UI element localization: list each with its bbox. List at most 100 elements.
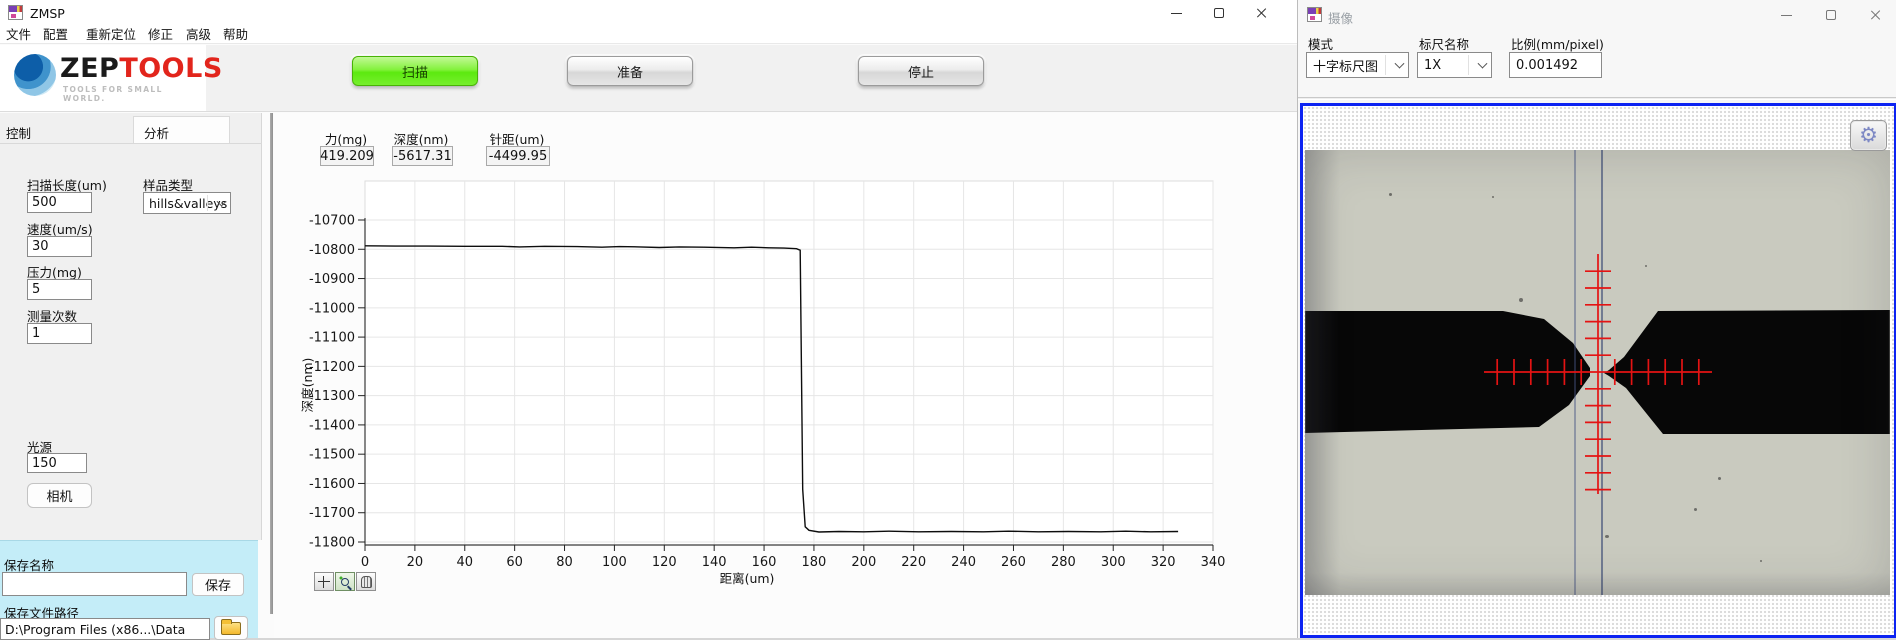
svg-text:-11700: -11700 [309, 506, 355, 521]
light-source-input[interactable] [27, 453, 87, 473]
menu-item-relocate[interactable]: 重新定位 [86, 27, 136, 43]
svg-text:140: 140 [702, 555, 727, 570]
camera-button[interactable]: 相机 [27, 483, 92, 508]
save-button[interactable]: 保存 [192, 573, 244, 596]
menu-item-correction[interactable]: 修正 [148, 27, 173, 43]
svg-text:-11400: -11400 [309, 418, 355, 433]
graph-zoom-tool-button[interactable] [335, 572, 355, 591]
ruler-name-value: 1X [1424, 58, 1441, 73]
measure-count-input[interactable] [27, 323, 92, 344]
controls-separator [1298, 97, 1896, 100]
zmsp-titlebar: ZMSP [0, 0, 1297, 26]
svg-text:-10800: -10800 [309, 243, 355, 258]
zmsp-window: ZMSP 文件 配置 重新定位 修正 高级 帮助 ZEPTOOLS TOOLS … [0, 0, 1297, 638]
cursor-crosshair-icon [318, 576, 330, 588]
svg-text:180: 180 [802, 555, 827, 570]
svg-text:-10700: -10700 [309, 214, 355, 229]
svg-text:300: 300 [1101, 555, 1126, 570]
prepare-button[interactable]: 准备 [567, 56, 693, 86]
mode-dropdown[interactable]: 十字标尺图 [1306, 52, 1409, 78]
svg-text:-11100: -11100 [309, 331, 355, 346]
camera-close-button[interactable] [1854, 2, 1896, 28]
zmsp-maximize-button[interactable] [1197, 0, 1241, 26]
svg-text:0: 0 [361, 555, 369, 570]
svg-text:-11500: -11500 [309, 448, 355, 463]
pressure-input[interactable] [27, 279, 92, 300]
close-icon [1870, 9, 1882, 21]
maximize-icon [1826, 10, 1836, 20]
sample-type-dropdown[interactable]: hills&valleys [143, 192, 231, 214]
graph-pan-tool-button[interactable] [356, 572, 376, 591]
svg-text:-11600: -11600 [309, 477, 355, 492]
vignette-overlay [1305, 150, 1890, 595]
zeptools-logo-subtitle: TOOLS FOR SMALL WORLD. [63, 85, 206, 103]
zmsp-close-button[interactable] [1240, 0, 1284, 26]
chevron-down-icon [1395, 59, 1405, 69]
save-path-input[interactable] [0, 618, 210, 640]
scan-button[interactable]: 扫描 [352, 56, 478, 86]
stop-button[interactable]: 停止 [858, 56, 984, 86]
save-name-input[interactable] [2, 572, 187, 596]
scale-label: 比例(mm/pixel) [1511, 34, 1604, 53]
zeptools-logo: ZEPTOOLS TOOLS FOR SMALL WORLD. [0, 45, 206, 111]
svg-text:40: 40 [456, 555, 473, 570]
svg-text:100: 100 [602, 555, 627, 570]
svg-text:距离(um): 距离(um) [720, 571, 775, 586]
browse-folder-button[interactable] [214, 616, 248, 640]
svg-text:-11200: -11200 [309, 360, 355, 375]
mode-label: 模式 [1308, 34, 1333, 53]
zeptools-logo-text: ZEPTOOLS [60, 53, 223, 84]
zmsp-window-title: ZMSP [30, 6, 65, 21]
gear-icon: ⚙ [1859, 125, 1878, 146]
pan-hand-icon [361, 576, 372, 588]
zmsp-menubar: 文件 配置 重新定位 修正 高级 帮助 [0, 26, 1297, 44]
minimize-icon [1781, 15, 1792, 16]
svg-text:-11300: -11300 [309, 389, 355, 404]
zeptools-logo-icon [14, 54, 56, 96]
chevron-down-icon [1478, 59, 1488, 69]
depth-profile-chart[interactable]: -10700-10800-10900-11000-11100-11200-113… [274, 113, 1297, 638]
camera-live-image [1305, 150, 1890, 595]
camera-minimize-button[interactable] [1764, 2, 1808, 28]
zmsp-minimize-button[interactable] [1154, 0, 1198, 26]
svg-text:深度(nm): 深度(nm) [300, 358, 315, 413]
save-panel: 保存名称 保存 保存文件路径 [0, 540, 258, 638]
menu-item-help[interactable]: 帮助 [223, 27, 248, 43]
svg-text:-11000: -11000 [309, 301, 355, 316]
tab-analysis[interactable]: 分析 [133, 116, 230, 143]
camera-settings-button[interactable]: ⚙ [1850, 120, 1887, 151]
ruler-name-label: 标尺名称 [1419, 34, 1469, 53]
tab-control[interactable]: 控制 [6, 123, 31, 142]
camera-titlebar: 摄像 [1298, 0, 1896, 30]
scale-input[interactable] [1509, 52, 1602, 78]
svg-text:240: 240 [951, 555, 976, 570]
zoom-magnifier-icon [341, 578, 349, 586]
panel-splitter[interactable] [270, 113, 273, 614]
svg-text:320: 320 [1151, 555, 1176, 570]
ruler-name-dropdown[interactable]: 1X [1417, 52, 1492, 78]
svg-text:220: 220 [901, 555, 926, 570]
menu-item-file[interactable]: 文件 [6, 27, 31, 43]
labview-app-icon [1307, 7, 1322, 22]
maximize-icon [1214, 8, 1224, 18]
svg-text:20: 20 [407, 555, 424, 570]
chart-panel: 力(mg) 419.209 深度(nm) -5617.31 针距(um) -44… [274, 113, 1297, 638]
minimize-icon [1171, 13, 1182, 14]
sample-type-value: hills&valleys [149, 196, 227, 211]
folder-icon [221, 622, 241, 635]
menu-item-config[interactable]: 配置 [43, 27, 68, 43]
tab-divider [0, 143, 262, 144]
graph-cursor-tool-button[interactable] [314, 572, 334, 591]
svg-text:60: 60 [506, 555, 523, 570]
camera-window-title: 摄像 [1328, 8, 1353, 27]
menu-item-advanced[interactable]: 高级 [186, 27, 211, 43]
svg-text:280: 280 [1051, 555, 1076, 570]
camera-window: 摄像 模式 十字标尺图 标尺名称 1X 比例(mm/pixel) ⚙ [1297, 0, 1896, 638]
close-icon [1256, 7, 1268, 19]
scan-length-input[interactable] [27, 192, 92, 213]
svg-text:-11800: -11800 [309, 536, 355, 551]
camera-maximize-button[interactable] [1809, 2, 1853, 28]
svg-text:340: 340 [1201, 555, 1226, 570]
speed-input[interactable] [27, 236, 92, 257]
svg-text:120: 120 [652, 555, 677, 570]
